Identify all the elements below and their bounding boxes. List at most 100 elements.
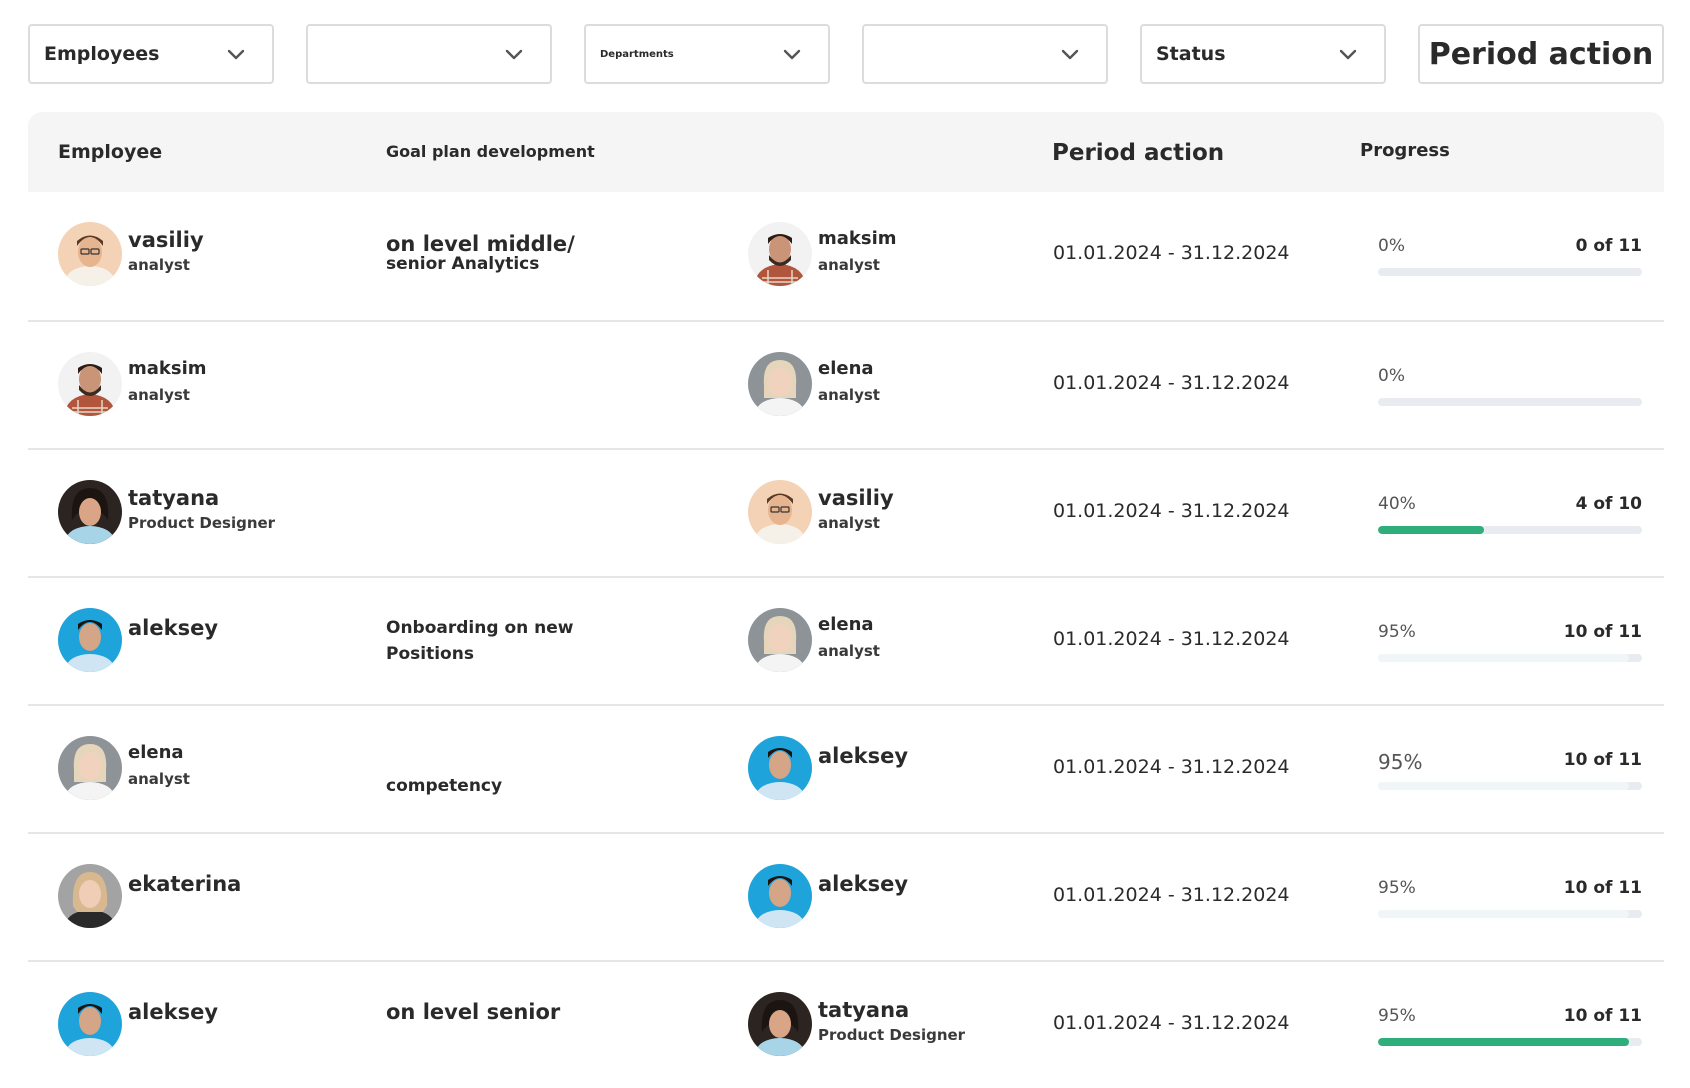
goal-title: on level senior [386, 1000, 561, 1024]
table-row[interactable]: tatyana Product Designer vasiliy analyst 01… [28, 448, 1664, 576]
progress-percent: 95% [1378, 878, 1416, 898]
progress-bar [1378, 526, 1642, 534]
filter-dropdown-4[interactable] [862, 24, 1108, 84]
employee-name: elena [128, 742, 184, 763]
progress-bar [1378, 1038, 1642, 1046]
employees-filter[interactable]: Employees [28, 24, 274, 84]
employee-name: vasiliy [128, 228, 204, 252]
filter-dropdown-2[interactable] [306, 24, 552, 84]
mentor-name: vasiliy [818, 486, 894, 510]
avatar-aleksey [748, 736, 812, 800]
table-header: Employee Goal plan development Period ac… [28, 112, 1664, 192]
employee-role: analyst [128, 770, 190, 788]
mentor-name: elena [818, 358, 874, 379]
header-period: Period action [1052, 140, 1225, 166]
employee-name: aleksey [128, 616, 219, 640]
table-row[interactable]: elena analyst competency aleksey 01.01.2024… [28, 704, 1664, 832]
chevron-down-icon [783, 49, 801, 60]
employee-name: tatyana [128, 486, 220, 510]
goal-title-line2: senior Analytics [386, 254, 540, 274]
avatar-tatyana [58, 480, 122, 544]
progress-percent: 95% [1378, 622, 1416, 642]
period-dates: 01.01.2024 - 31.12.2024 [1053, 1012, 1290, 1034]
avatar-aleksey [748, 864, 812, 928]
employees-filter-label: Employees [44, 43, 160, 65]
mentor-name: aleksey [818, 744, 909, 768]
mentor-name: aleksey [818, 872, 909, 896]
avatar-aleksey [58, 992, 122, 1056]
chevron-down-icon [505, 49, 523, 60]
status-filter[interactable]: Status [1140, 24, 1386, 84]
progress-bar-fill [1378, 654, 1629, 662]
departments-filter[interactable]: Departments [584, 24, 830, 84]
mentor-name: tatyana [818, 998, 910, 1022]
progress-bar [1378, 398, 1642, 406]
progress-bar [1378, 654, 1642, 662]
goals-table: Employee Goal plan development Period ac… [28, 112, 1664, 1088]
period-dates: 01.01.2024 - 31.12.2024 [1053, 242, 1290, 264]
mentor-name: elena [818, 614, 874, 635]
header-progress: Progress [1360, 140, 1450, 161]
mentor-role: analyst [818, 256, 880, 274]
employee-role: analyst [128, 386, 190, 404]
progress-bar [1378, 268, 1642, 276]
period-dates: 01.01.2024 - 31.12.2024 [1053, 500, 1290, 522]
mentor-role: analyst [818, 642, 880, 660]
table-row[interactable]: aleksey Onboarding on new Positions elena a… [28, 576, 1664, 704]
employee-name: aleksey [128, 1000, 219, 1024]
progress-bar-fill [1378, 526, 1484, 534]
period-action-filter-label: Period action [1428, 36, 1654, 72]
period-dates: 01.01.2024 - 31.12.2024 [1053, 628, 1290, 650]
avatar-vasiliy [58, 222, 122, 286]
avatar-elena [748, 608, 812, 672]
avatar-vasiliy [748, 480, 812, 544]
mentor-role: analyst [818, 514, 880, 532]
filters-bar: Employees Departments Status Period acti… [28, 24, 1664, 84]
table-row[interactable]: ekaterina aleksey 01.01.2024 - 31.12.2024… [28, 832, 1664, 960]
progress-percent: 40% [1378, 494, 1416, 514]
progress-count: 10 of 11 [1563, 1006, 1642, 1026]
goal-title-line2: Positions [386, 644, 474, 664]
avatar-elena [58, 736, 122, 800]
progress-count: 4 of 10 [1575, 494, 1642, 514]
mentor-role: Product Designer [818, 1026, 966, 1044]
goal-title: Onboarding on new [386, 618, 574, 638]
avatar-elena [748, 352, 812, 416]
status-filter-label: Status [1156, 43, 1226, 65]
avatar-maksim [58, 352, 122, 416]
progress-percent: 0% [1378, 236, 1405, 256]
goal-title: on level middle/ [386, 232, 575, 256]
progress-count: 0 of 11 [1575, 236, 1642, 256]
header-goal: Goal plan development [386, 142, 595, 161]
employee-role: Product Designer [128, 514, 276, 532]
progress-count: 10 of 11 [1563, 622, 1642, 642]
table-body: vasiliy analyst on level middle/senior Ana… [28, 192, 1664, 1088]
progress-percent: 0% [1378, 366, 1405, 386]
table-row[interactable]: vasiliy analyst on level middle/senior Ana… [28, 192, 1664, 320]
mentor-role: analyst [818, 386, 880, 404]
period-action-filter[interactable]: Period action [1418, 24, 1664, 84]
progress-bar-fill [1378, 1038, 1629, 1046]
progress-bar-fill [1378, 910, 1629, 918]
goal-title-line2: competency [386, 776, 503, 796]
progress-bar [1378, 782, 1642, 790]
avatar-maksim [748, 222, 812, 286]
mentor-name: maksim [818, 228, 897, 249]
progress-percent: 95% [1378, 1006, 1416, 1026]
progress-bar [1378, 910, 1642, 918]
progress-percent: 95% [1378, 750, 1423, 774]
avatar-aleksey [58, 608, 122, 672]
employee-role: analyst [128, 256, 190, 274]
avatar-tatyana [748, 992, 812, 1056]
period-dates: 01.01.2024 - 31.12.2024 [1053, 372, 1290, 394]
table-row[interactable]: maksim analyst elena analyst 01.01.2024 - 3… [28, 320, 1664, 448]
period-dates: 01.01.2024 - 31.12.2024 [1053, 756, 1290, 778]
employee-name: maksim [128, 358, 207, 379]
progress-bar-fill [1378, 782, 1629, 790]
avatar-ekaterina [58, 864, 122, 928]
employee-name: ekaterina [128, 872, 242, 896]
chevron-down-icon [1339, 49, 1357, 60]
period-dates: 01.01.2024 - 31.12.2024 [1053, 884, 1290, 906]
progress-count: 10 of 11 [1563, 878, 1642, 898]
table-row[interactable]: aleksey on level senior tatyana Product De… [28, 960, 1664, 1088]
